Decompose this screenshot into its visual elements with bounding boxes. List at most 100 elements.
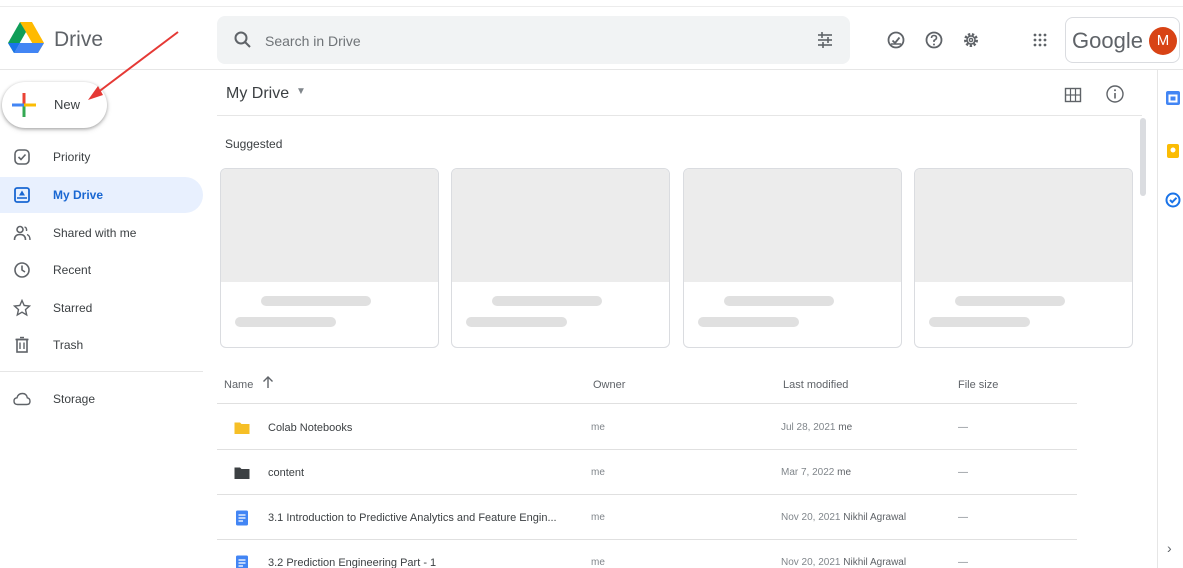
table-row[interactable]: content me Mar 7, 2022 me — [217,450,1077,495]
column-header-owner: Owner [593,379,626,391]
card-title-placeholder [955,296,1065,306]
card-subtitle-placeholder [929,317,1030,327]
file-modified: Mar 7, 2022 me [781,467,851,478]
card-title-placeholder [492,296,602,306]
apps-grid-icon[interactable] [1030,30,1050,50]
shared-icon [13,225,31,241]
table-row[interactable]: 3.1 Introduction to Predictive Analytics… [217,495,1077,540]
folder-icon [234,467,250,479]
my-drive-icon [14,187,30,203]
file-list-header: Name Owner Last modified File size [217,366,1077,404]
suggested-card[interactable] [220,168,439,348]
app-name[interactable]: Drive [54,28,103,52]
table-row[interactable]: Colab Notebooks me Jul 28, 2021 me — [217,405,1077,450]
sidebar-item-priority[interactable]: Priority [0,139,203,175]
search-icon[interactable] [233,30,253,50]
file-owner: me [591,557,605,568]
search-input[interactable] [265,30,785,52]
modified-by: me [838,422,853,433]
column-header-last-modified[interactable]: Last modified [783,379,848,391]
modified-date: Nov 20, 2021 [781,557,841,568]
file-name: 3.2 Prediction Engineering Part - 1 [268,557,437,568]
top-bar: Drive Google [0,0,1183,70]
info-icon[interactable] [1105,84,1125,104]
settings-gear-icon[interactable] [961,30,981,50]
new-button[interactable]: New [2,82,107,128]
grid-view-icon[interactable] [1064,86,1082,104]
column-header-file-size: File size [958,379,999,391]
chevron-right-icon[interactable]: › [1167,540,1172,556]
sidebar-item-label: Priority [53,150,91,164]
card-thumbnail-placeholder [684,169,901,282]
main-header: My Drive ▼ [217,72,1142,116]
file-size: — [958,422,968,433]
google-doc-icon [236,555,248,568]
account-switcher[interactable]: Google M [1065,17,1180,63]
tasks-icon[interactable] [1165,192,1181,208]
sidebar-item-storage[interactable]: Storage [0,381,203,417]
sidebar-item-label: Trash [53,338,84,352]
sidebar-item-recent[interactable]: Recent [0,252,203,288]
file-name: Colab Notebooks [268,422,353,434]
offline-status-icon[interactable] [886,30,906,50]
modified-by: Nikhil Agrawal [843,557,907,568]
top-divider [0,6,1183,7]
sidebar-item-my-drive[interactable]: My Drive [0,177,203,213]
sidebar-item-label: Storage [53,392,96,406]
card-subtitle-placeholder [466,317,567,327]
file-name: content [268,467,305,479]
clock-icon [14,262,30,278]
table-row[interactable]: 3.2 Prediction Engineering Part - 1 me N… [217,540,1077,568]
star-icon [13,299,31,317]
sidebar-item-trash[interactable]: Trash [0,327,203,363]
caret-down-icon[interactable]: ▼ [296,86,306,97]
file-owner: me [591,467,605,478]
suggested-card[interactable] [451,168,670,348]
file-size: — [958,557,968,568]
drive-logo-icon[interactable] [8,22,44,54]
cloud-icon [13,392,31,406]
folder-icon [234,422,250,434]
sort-ascending-icon[interactable] [261,374,275,390]
sidebar-item-label: Recent [53,263,92,277]
suggested-card[interactable] [683,168,902,348]
calendar-icon[interactable] [1165,90,1181,106]
avatar[interactable]: M [1149,27,1177,55]
sidebar-item-label: My Drive [53,188,104,202]
side-panel-rail: › [1157,70,1183,568]
file-size: — [958,512,968,523]
card-thumbnail-placeholder [452,169,669,282]
modified-date: Nov 20, 2021 [781,512,841,523]
card-title-placeholder [261,296,371,306]
file-owner: me [591,422,605,433]
file-modified: Nov 20, 2021 Nikhil Agrawal [781,557,906,568]
search-bar[interactable] [217,16,850,64]
keep-icon[interactable] [1165,143,1181,159]
modified-date: Jul 28, 2021 [781,422,836,433]
file-owner: me [591,512,605,523]
file-name: 3.1 Introduction to Predictive Analytics… [268,512,557,524]
plus-icon [12,93,36,117]
suggested-heading: Suggested [225,137,283,151]
card-subtitle-placeholder [235,317,336,327]
modified-by: Nikhil Agrawal [843,512,907,523]
vertical-scrollbar[interactable] [1140,118,1146,196]
card-thumbnail-placeholder [915,169,1132,282]
new-button-label: New [54,97,81,112]
file-modified: Jul 28, 2021 me [781,422,852,433]
page-title[interactable]: My Drive [226,85,289,103]
help-icon[interactable] [924,30,944,50]
trash-icon [15,336,29,353]
card-thumbnail-placeholder [221,169,438,282]
sidebar-item-starred[interactable]: Starred [0,290,203,326]
column-header-name[interactable]: Name [224,379,253,391]
file-size: — [958,467,968,478]
sidebar-item-label: Shared with me [53,226,137,240]
priority-icon [14,149,30,165]
sidebar-item-shared-with-me[interactable]: Shared with me [0,215,203,251]
file-modified: Nov 20, 2021 Nikhil Agrawal [781,512,906,523]
modified-by: me [837,467,852,478]
search-options-icon[interactable] [815,30,835,50]
card-title-placeholder [724,296,834,306]
suggested-card[interactable] [914,168,1133,348]
